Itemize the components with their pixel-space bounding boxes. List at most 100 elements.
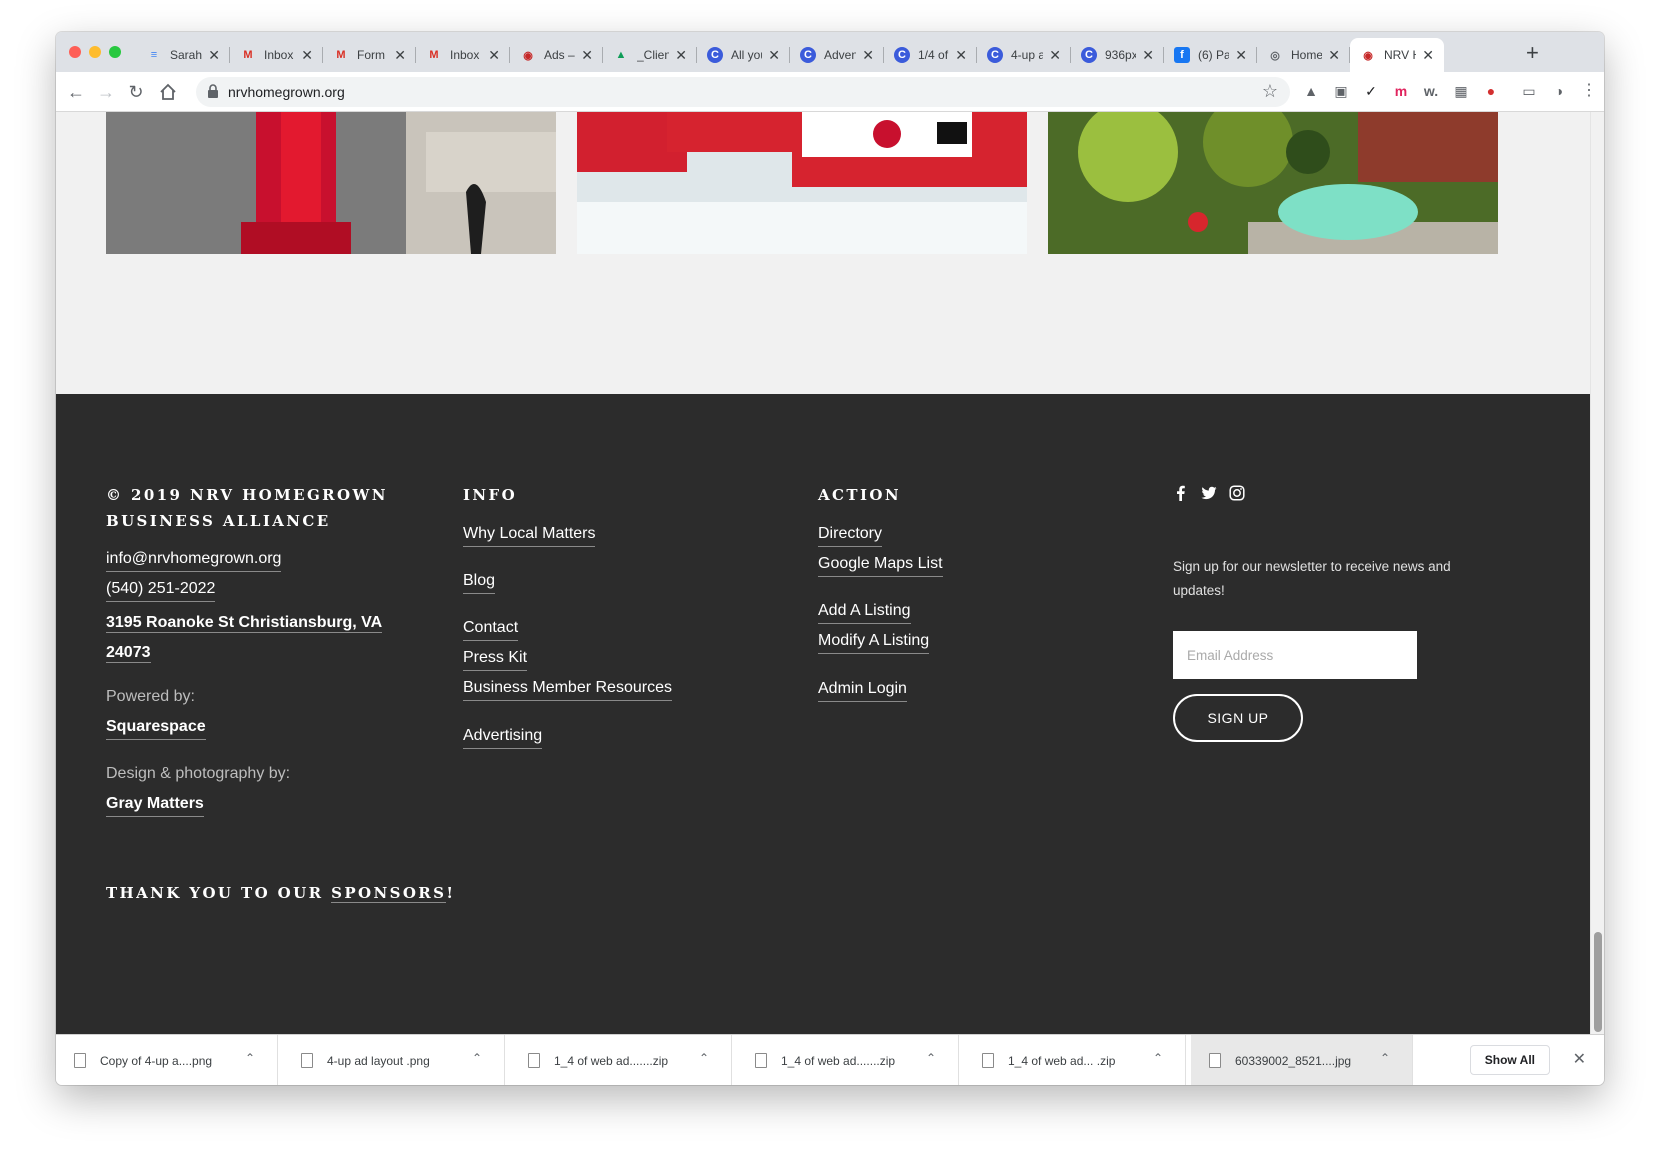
browser-tab[interactable]: C 4-up a ✕ xyxy=(977,38,1071,72)
forward-arrow-icon[interactable]: → xyxy=(94,80,118,104)
tab-title: 4-up a xyxy=(1011,48,1044,62)
extension-badge-icon[interactable]: m xyxy=(1390,80,1412,102)
instagram-icon[interactable] xyxy=(1229,485,1245,501)
close-tab-icon[interactable]: ✕ xyxy=(862,47,874,64)
browser-tab[interactable]: C Adven ✕ xyxy=(790,38,884,72)
footer-email-link[interactable]: info@nrvhomegrown.org xyxy=(106,548,282,572)
close-tab-icon[interactable]: ✕ xyxy=(1049,47,1061,64)
facebook-icon[interactable] xyxy=(1173,485,1189,501)
chevron-up-icon[interactable]: ⌃ xyxy=(1380,1051,1390,1065)
scrollbar-thumb[interactable] xyxy=(1594,932,1602,1032)
checkmark-extension-icon[interactable]: ✓ xyxy=(1360,80,1382,102)
menu-kebab-icon[interactable]: ⋮ xyxy=(1578,80,1600,102)
css-extension-icon[interactable]: ▣ xyxy=(1330,80,1352,102)
twitter-icon[interactable] xyxy=(1201,485,1217,501)
chevron-up-icon[interactable]: ⌃ xyxy=(245,1051,255,1065)
close-tab-icon[interactable]: ✕ xyxy=(581,47,593,64)
sponsors-link[interactable]: SPONSORS xyxy=(331,884,447,903)
w-extension-icon[interactable]: w. xyxy=(1420,80,1442,102)
download-item[interactable]: 1_4 of web ad.......zip ⌃ xyxy=(737,1035,959,1085)
profile-icon[interactable]: ◑ xyxy=(1548,80,1570,102)
back-arrow-icon[interactable]: ← xyxy=(64,80,88,104)
browser-tab[interactable]: ▲ _Clien ✕ xyxy=(603,38,697,72)
chevron-up-icon[interactable]: ⌃ xyxy=(926,1051,936,1065)
drive-extension-icon[interactable]: ▲ xyxy=(1300,80,1322,102)
close-tab-icon[interactable]: ✕ xyxy=(768,47,780,64)
sign-up-button[interactable]: SIGN UP xyxy=(1173,694,1303,742)
advertising-link[interactable]: Advertising xyxy=(463,725,543,749)
reload-icon[interactable]: ↻ xyxy=(124,80,148,104)
gray-matters-link[interactable]: Gray Matters xyxy=(106,793,204,817)
footer-address-link[interactable]: 3195 Roanoke St Christiansburg, VA 24073 xyxy=(106,614,383,663)
close-tab-icon[interactable]: ✕ xyxy=(301,47,313,64)
google-maps-list-link[interactable]: Google Maps List xyxy=(818,553,943,577)
show-all-downloads-button[interactable]: Show All xyxy=(1469,1045,1550,1075)
download-item[interactable]: 4-up ad layout .png ⌃ xyxy=(283,1035,505,1085)
gallery-photo-newspaper-box[interactable] xyxy=(106,112,556,254)
file-icon xyxy=(74,1053,86,1068)
gmail-icon: M xyxy=(336,49,346,61)
window-close-button[interactable] xyxy=(69,46,81,58)
nrv-icon: ◉ xyxy=(1363,49,1373,62)
browser-tab[interactable]: ≡ Sarah ✕ xyxy=(136,38,230,72)
browser-tab[interactable]: ◉ Ads – ✕ xyxy=(510,38,603,72)
close-shelf-icon[interactable]: ✕ xyxy=(1573,1049,1586,1069)
sponsors-prefix: THANK YOU TO OUR xyxy=(106,884,332,902)
download-item[interactable]: 1_4 of web ad... .zip ⌃ xyxy=(964,1035,1186,1085)
screenshot-extension-icon[interactable]: ▦ xyxy=(1450,80,1472,102)
add-listing-link[interactable]: Add A Listing xyxy=(818,600,911,624)
new-tab-button[interactable]: + xyxy=(1526,40,1539,66)
contact-link[interactable]: Contact xyxy=(463,617,519,641)
close-tab-icon[interactable]: ✕ xyxy=(675,47,687,64)
window-minimize-button[interactable] xyxy=(89,46,101,58)
squarespace-link[interactable]: Squarespace xyxy=(106,716,206,740)
browser-tab[interactable]: M Form ✕ xyxy=(323,38,416,72)
address-bar[interactable]: nrvhomegrown.org ☆ xyxy=(196,77,1290,107)
download-item[interactable]: 60339002_8521....jpg ⌃ xyxy=(1191,1035,1413,1085)
bookmark-star-icon[interactable]: ☆ xyxy=(1262,81,1278,102)
business-member-resources-link[interactable]: Business Member Resources xyxy=(463,677,672,701)
press-kit-link[interactable]: Press Kit xyxy=(463,647,528,671)
blog-link[interactable]: Blog xyxy=(463,570,496,594)
close-tab-icon[interactable]: ✕ xyxy=(1235,47,1247,64)
gallery-photo-local-cards[interactable] xyxy=(577,112,1027,254)
newsletter-email-input[interactable] xyxy=(1173,631,1417,679)
close-tab-icon[interactable]: ✕ xyxy=(1142,47,1154,64)
download-item[interactable]: 1_4 of web ad.......zip ⌃ xyxy=(510,1035,732,1085)
tabs: ≡ Sarah ✕ M Inbox ✕ M Form ✕ M Inbox ✕ ◉ Ads – ✕ ▲ _Clie… xyxy=(136,38,1444,72)
browser-tab[interactable]: ◎ Home ✕ xyxy=(1257,38,1350,72)
browser-tab[interactable]: C 1/4 of ✕ xyxy=(884,38,977,72)
gallery-photo-patio-garden[interactable] xyxy=(1048,112,1498,254)
cast-icon[interactable]: ▭ xyxy=(1518,80,1540,102)
download-filename: 60339002_8521....jpg xyxy=(1235,1053,1352,1068)
close-tab-icon[interactable]: ✕ xyxy=(1422,47,1434,64)
gmail-icon: M xyxy=(243,49,253,61)
browser-tab[interactable]: M Inbox ✕ xyxy=(230,38,323,72)
chevron-up-icon[interactable]: ⌃ xyxy=(472,1051,482,1065)
chevron-up-icon[interactable]: ⌃ xyxy=(1153,1051,1163,1065)
modify-listing-link[interactable]: Modify A Listing xyxy=(818,630,930,654)
directory-link[interactable]: Directory xyxy=(818,523,883,547)
close-tab-icon[interactable]: ✕ xyxy=(208,47,220,64)
browser-tab[interactable]: C All you ✕ xyxy=(697,38,790,72)
window-zoom-button[interactable] xyxy=(109,46,121,58)
why-local-matters-link[interactable]: Why Local Matters xyxy=(463,523,596,547)
browser-tab[interactable]: M Inbox ✕ xyxy=(416,38,510,72)
download-item[interactable]: Copy of 4-up a....png ⌃ xyxy=(56,1035,278,1085)
browser-tab[interactable]: f (6) Pa ✕ xyxy=(1164,38,1257,72)
admin-login-link[interactable]: Admin Login xyxy=(818,678,907,702)
tab-title: NRV H xyxy=(1384,48,1416,62)
close-tab-icon[interactable]: ✕ xyxy=(1328,47,1340,64)
browser-tab[interactable]: ◉ NRV H ✕ xyxy=(1350,38,1444,72)
close-tab-icon[interactable]: ✕ xyxy=(488,47,500,64)
opera-extension-icon[interactable]: ● xyxy=(1480,80,1502,102)
page-scrollbar[interactable] xyxy=(1590,112,1604,1034)
chevron-up-icon[interactable]: ⌃ xyxy=(699,1051,709,1065)
close-tab-icon[interactable]: ✕ xyxy=(394,47,406,64)
footer-phone-link[interactable]: (540) 251-2022 xyxy=(106,578,216,602)
home-icon[interactable] xyxy=(156,80,180,104)
social-links xyxy=(1173,485,1245,501)
browser-tab[interactable]: C 936px ✕ xyxy=(1071,38,1164,72)
close-tab-icon[interactable]: ✕ xyxy=(955,47,967,64)
canva-icon: C xyxy=(894,47,910,63)
